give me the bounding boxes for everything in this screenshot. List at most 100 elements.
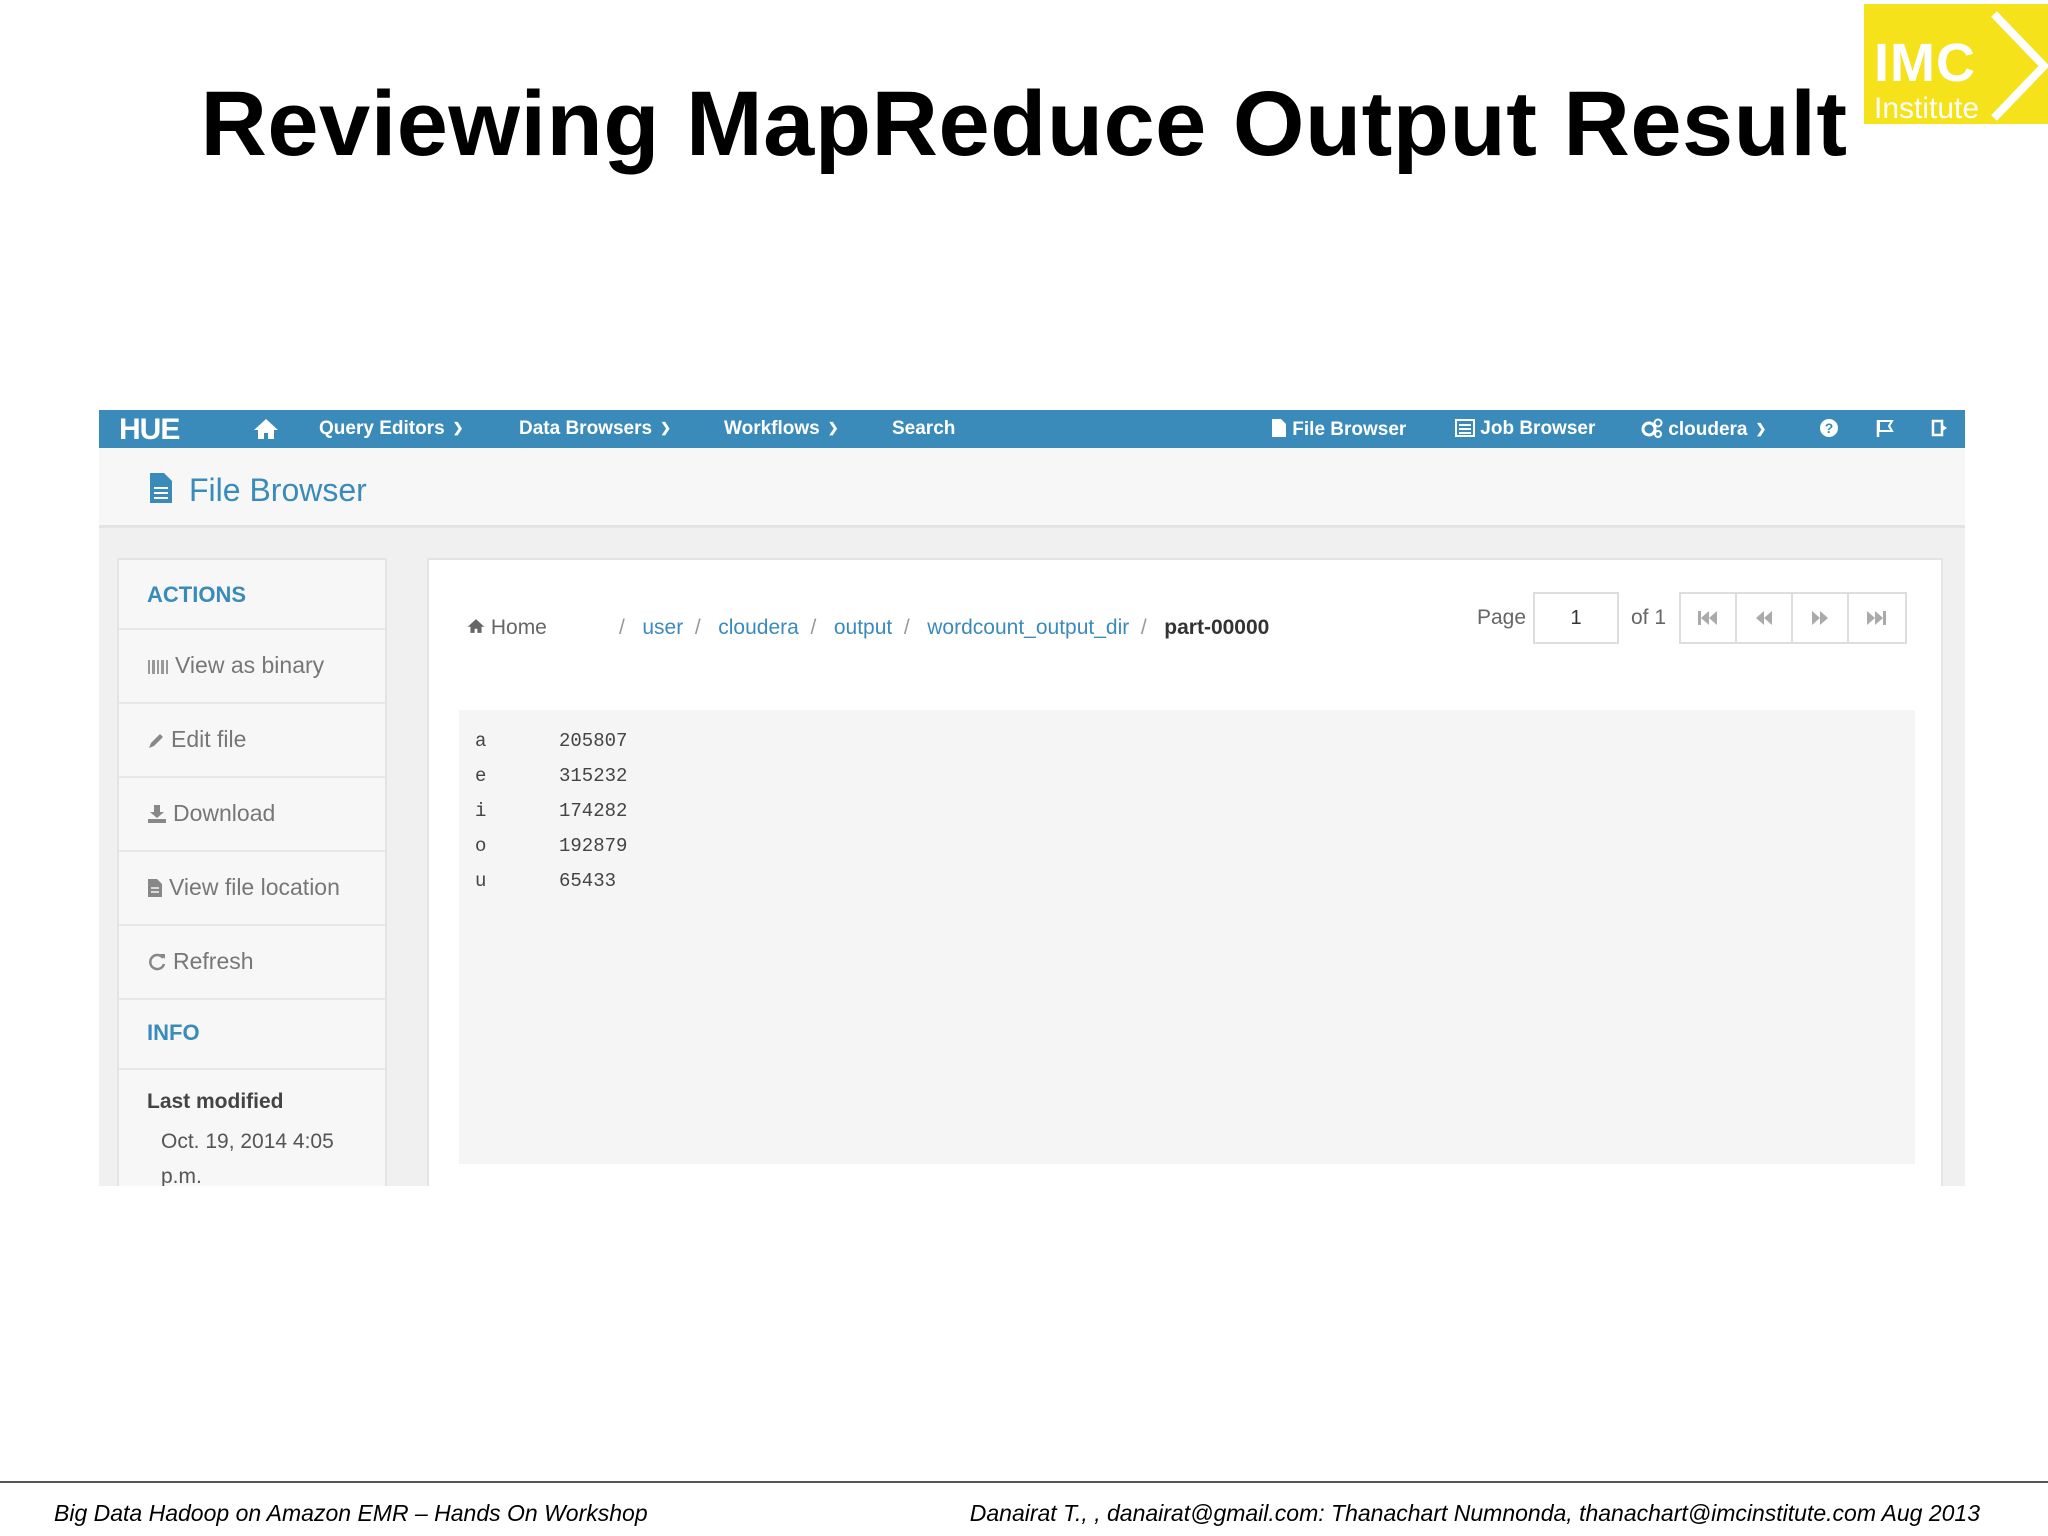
action-download-label: Download	[173, 800, 276, 826]
previous-page-button[interactable]	[1737, 594, 1793, 642]
chevron-down-icon: ❯	[827, 420, 839, 435]
pager: Page of 1	[1477, 592, 1911, 644]
nav-user-menu[interactable]: cloudera ❯	[1641, 418, 1766, 441]
last-modified-value: Oct. 19, 2014 4:05 p.m.	[161, 1130, 334, 1186]
hue-screenshot: HUE Query Editors ❯ Data Browsers ❯ Workfl…	[99, 410, 1965, 1186]
page-header: File Browser	[99, 448, 1965, 528]
file-line-value: 174282	[559, 800, 628, 822]
info-heading: INFO	[147, 1020, 200, 1045]
nav-job-browser[interactable]: Job Browser	[1455, 418, 1595, 440]
file-icon	[150, 473, 172, 503]
gears-icon	[1641, 418, 1663, 438]
file-line: i 174282	[475, 800, 627, 835]
nav-search-label: Search	[892, 418, 956, 439]
breadcrumb-output[interactable]: output	[834, 616, 892, 639]
skip-last-icon	[1867, 611, 1886, 625]
page-label: Page	[1477, 606, 1527, 629]
nav-query-editors[interactable]: Query Editors ❯	[319, 418, 464, 440]
action-view-file-location[interactable]: View file location	[119, 850, 385, 924]
nav-user-label: cloudera	[1668, 419, 1748, 440]
chevron-down-icon: ❯	[1755, 421, 1767, 436]
first-page-button[interactable]	[1681, 594, 1737, 642]
breadcrumb-wordcount-output-dir[interactable]: wordcount_output_dir	[927, 616, 1129, 639]
chevron-down-icon: ❯	[660, 420, 671, 435]
footer-workshop-title: Big Data Hadoop on Amazon EMR – Hands On…	[54, 1500, 648, 1526]
footer-divider	[0, 1481, 2048, 1483]
fast-forward-icon	[1812, 611, 1828, 625]
file-viewer-card: Home / user / cloudera / output / wordco…	[427, 558, 1943, 1186]
hue-navbar: HUE Query Editors ❯ Data Browsers ❯ Workfl…	[99, 410, 1965, 448]
file-line-key: o	[475, 835, 487, 857]
pencil-icon	[149, 734, 163, 748]
pager-buttons	[1679, 592, 1907, 644]
breadcrumb-separator: /	[804, 616, 828, 639]
breadcrumb-separator: /	[619, 616, 637, 639]
actions-heading: ACTIONS	[147, 582, 246, 607]
flag-icon[interactable]	[1875, 418, 1895, 441]
breadcrumb-current-file: part-00000	[1164, 616, 1270, 639]
action-edit-file-label: Edit file	[171, 726, 247, 752]
help-icon[interactable]: ?	[1819, 418, 1839, 441]
logout-icon[interactable]	[1931, 418, 1951, 441]
nav-query-editors-label: Query Editors	[319, 418, 445, 439]
file-line: o 192879	[475, 835, 627, 870]
logo-institute-text: Institute	[1874, 92, 1980, 124]
home-icon	[467, 619, 485, 633]
page-number-input[interactable]	[1533, 592, 1619, 644]
nav-data-browsers[interactable]: Data Browsers ❯	[519, 418, 671, 440]
imc-institute-logo: IMC Institute	[1864, 4, 2048, 124]
refresh-icon	[149, 953, 166, 971]
file-line-key: e	[475, 765, 487, 787]
file-line: a 205807	[475, 730, 627, 765]
breadcrumb-separator: /	[898, 616, 922, 639]
file-contents: a 205807 e 315232 i 174282 o 192879 u 65433	[459, 710, 1915, 1164]
logo-imc-text: IMC	[1874, 33, 1976, 93]
barcode-icon	[148, 660, 168, 674]
nav-job-browser-label: Job Browser	[1480, 418, 1596, 439]
breadcrumb-separator: /	[1135, 616, 1159, 639]
page-title: File Browser	[189, 472, 367, 508]
action-view-as-binary[interactable]: View as binary	[119, 628, 385, 702]
file-line-key: i	[475, 800, 487, 822]
file-icon	[1272, 419, 1286, 437]
next-page-button[interactable]	[1793, 594, 1849, 642]
last-page-button[interactable]	[1849, 594, 1905, 642]
info-divider	[119, 1068, 385, 1070]
action-view-as-binary-label: View as binary	[175, 652, 325, 678]
breadcrumb-separator: /	[689, 616, 713, 639]
file-line-value: 205807	[559, 730, 628, 752]
action-view-file-location-label: View file location	[169, 874, 340, 900]
slide-title: Reviewing MapReduce Output Result	[200, 73, 1848, 175]
file-line-key: u	[475, 870, 487, 892]
file-line-value: 315232	[559, 765, 628, 787]
file-line-value: 65433	[559, 870, 617, 892]
chevron-down-icon: ❯	[452, 420, 464, 435]
last-modified-label: Last modified	[147, 1090, 284, 1113]
breadcrumb-home-label: Home	[490, 616, 547, 639]
hue-logo[interactable]: HUE	[119, 413, 180, 447]
actions-sidebar: ACTIONS View as binary Edit file Downloa…	[117, 558, 387, 1186]
page-of-label: of 1	[1631, 606, 1667, 629]
nav-workflows[interactable]: Workflows ❯	[724, 418, 839, 440]
nav-file-browser-label: File Browser	[1292, 419, 1407, 440]
rewind-icon	[1756, 611, 1772, 625]
download-icon	[148, 805, 166, 823]
nav-search[interactable]: Search	[892, 418, 955, 440]
breadcrumb-home[interactable]: Home	[467, 616, 547, 640]
nav-workflows-label: Workflows	[724, 418, 820, 439]
file-line: u 65433	[475, 870, 616, 905]
nav-file-browser[interactable]: File Browser	[1271, 418, 1406, 441]
nav-data-browsers-label: Data Browsers	[519, 418, 653, 439]
svg-text:?: ?	[1825, 420, 1834, 436]
action-refresh[interactable]: Refresh	[119, 924, 385, 998]
file-line: e 315232	[475, 765, 627, 800]
breadcrumb-trail: / user / cloudera / output / wordcount_o…	[619, 616, 1269, 640]
breadcrumb-cloudera[interactable]: cloudera	[718, 616, 799, 639]
action-edit-file[interactable]: Edit file	[119, 702, 385, 776]
breadcrumb-user[interactable]: user	[642, 616, 683, 639]
home-icon[interactable]	[253, 418, 279, 443]
file-line-value: 192879	[559, 835, 628, 857]
action-download[interactable]: Download	[119, 776, 385, 850]
action-refresh-label: Refresh	[173, 948, 254, 974]
list-icon	[1455, 419, 1475, 437]
